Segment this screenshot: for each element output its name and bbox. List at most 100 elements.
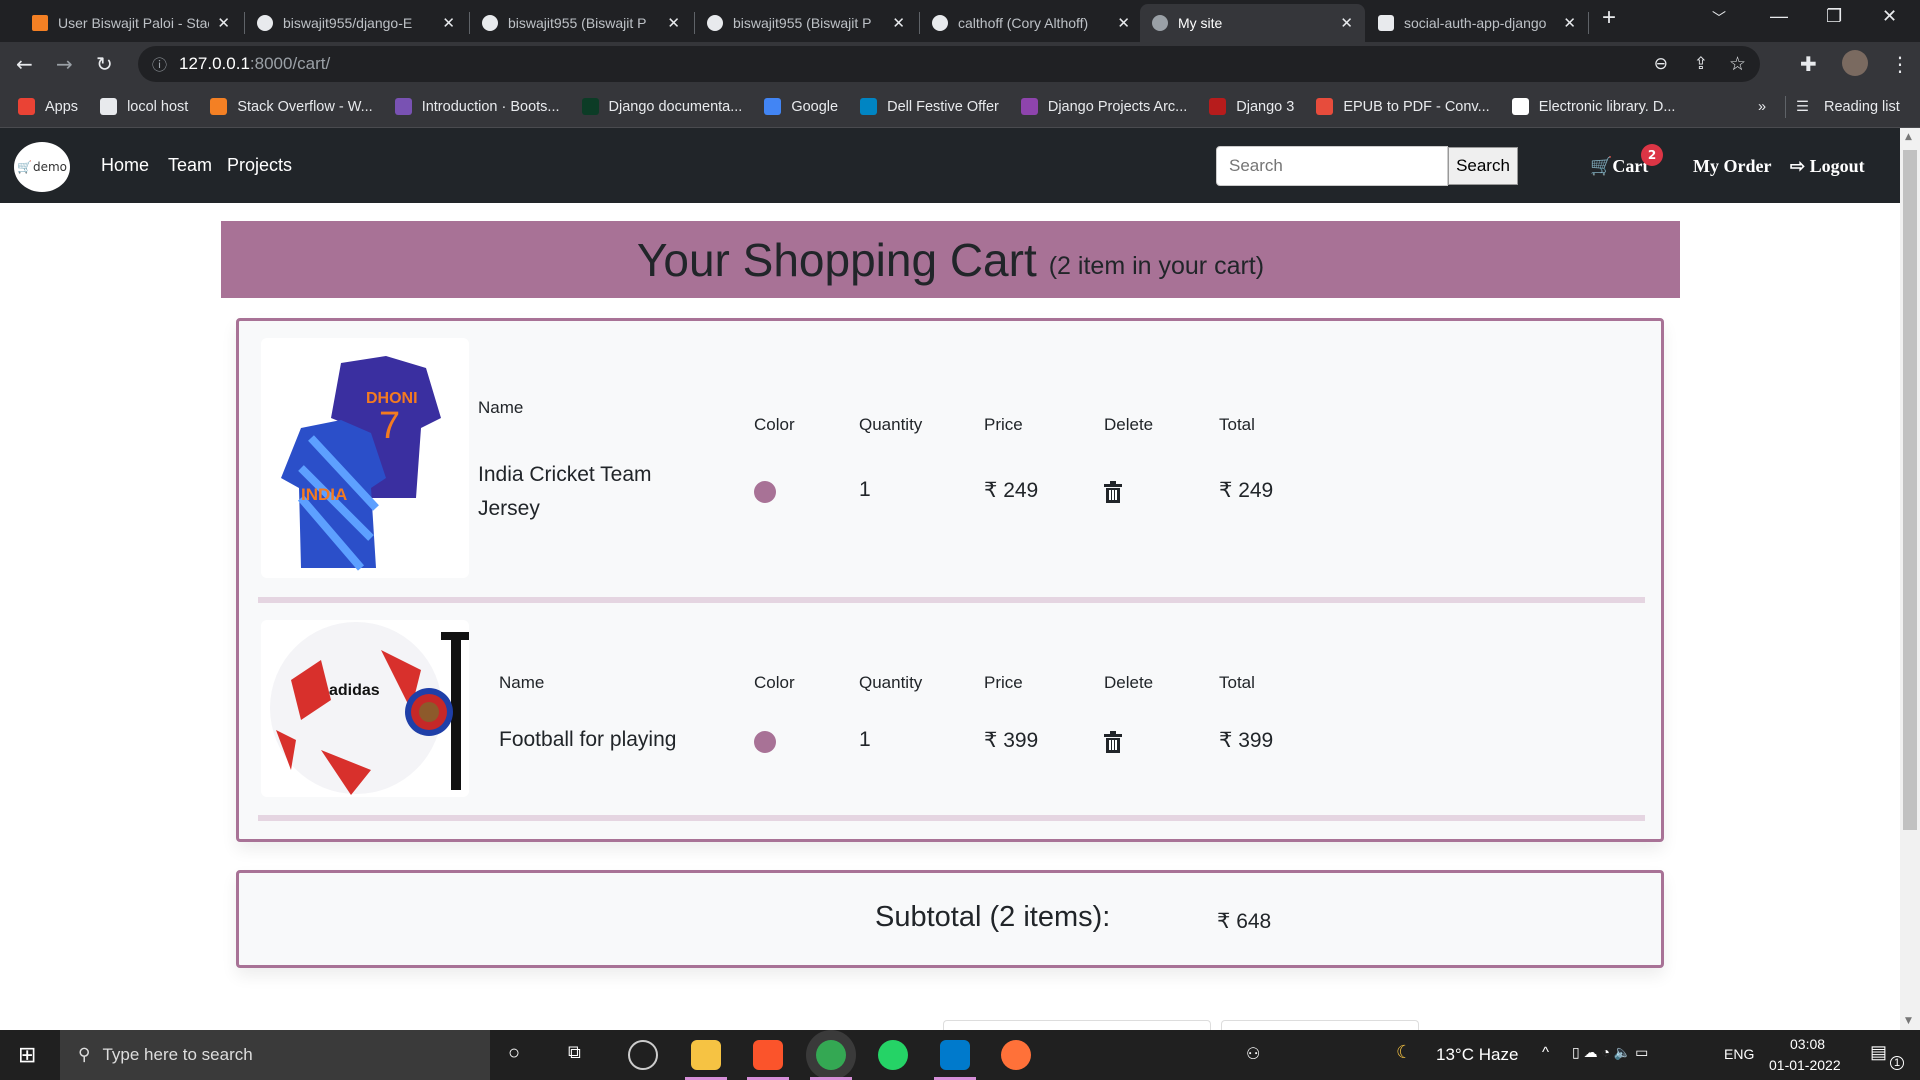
search-button[interactable]: Search [1448,147,1518,185]
bookmark-label: locol host [127,98,189,115]
clock-time[interactable]: 03:08 [1790,1036,1825,1052]
weather-icon: ☾ [1396,1042,1413,1062]
chrome-icon[interactable] [810,1040,852,1080]
product-name[interactable]: India Cricket Team Jersey [478,458,698,526]
my-order-link[interactable]: My Order [1693,156,1771,177]
bookmark-item[interactable]: Stack Overflow - W... [210,98,373,115]
tray-icons[interactable]: ▯ ☁ ◔ 🔈 ▭ [1572,1044,1648,1061]
bookmark-icon [210,98,228,115]
close-window-button[interactable]: ✕ [1882,6,1897,27]
bookmark-item[interactable]: Django documenta... [581,98,742,115]
github-icon [482,15,498,31]
people-icon[interactable]: ⚇ [1246,1044,1260,1064]
bookmark-item[interactable]: Google [764,98,838,115]
bookmark-item[interactable]: Dell Festive Offer [860,98,999,115]
vscode-icon[interactable] [934,1040,976,1080]
price-value: ₹ 399 [984,729,1039,752]
bookmark-star-icon[interactable]: ☆ [1729,53,1746,76]
more-bookmarks-button[interactable]: » [1758,99,1766,115]
nav-projects[interactable]: Projects [227,155,292,176]
bookmark-item[interactable]: Django 3 [1209,98,1294,115]
bookmark-item[interactable]: Django Projects Arc... [1020,98,1188,115]
task-view-icon[interactable]: ⧉ [568,1042,581,1063]
trash-icon[interactable] [1104,731,1122,753]
close-tab-icon[interactable]: ✕ [1340,14,1353,32]
product-image-football[interactable]: adidas [261,620,469,797]
bookmark-icon [764,98,782,115]
close-tab-icon[interactable]: ✕ [892,14,905,32]
search-input[interactable] [1216,146,1448,186]
bookmark-icon [100,98,118,115]
item-divider [258,815,1645,821]
info-icon[interactable]: ⓘ [152,54,167,75]
language-indicator[interactable]: ENG [1724,1046,1754,1062]
back-icon[interactable]: ← [16,52,33,76]
quantity-value: 1 [859,728,871,751]
reload-icon[interactable]: ↻ [96,52,113,76]
clock-date[interactable]: 01-01-2022 [1769,1057,1841,1073]
tab-search-chevron-icon[interactable]: ﹀ [1712,8,1726,28]
bookmark-label: Django 3 [1236,98,1295,115]
nav-home[interactable]: Home [101,155,149,176]
product-name[interactable]: Football for playing [499,728,676,752]
browser-tab-active[interactable]: My site ✕ [1140,4,1365,42]
profile-avatar[interactable] [1842,50,1868,76]
minimize-button[interactable]: — [1770,6,1788,27]
scrollbar-thumb[interactable] [1903,150,1917,830]
bookmark-label: Introduction · Boots... [421,98,560,115]
close-tab-icon[interactable]: ✕ [667,14,680,32]
bookmark-item[interactable]: Electronic library. D... [1511,98,1675,115]
scroll-up-icon[interactable]: ▲ [1905,132,1912,142]
browser-tab[interactable]: User Biswajit Paloi - Stack Overflow✕ [20,4,242,42]
forward-icon[interactable]: → [56,52,73,76]
brave-icon[interactable] [747,1040,789,1080]
scroll-down-icon[interactable]: ▼ [1905,1016,1912,1026]
reading-list-button[interactable]: Reading list [1824,99,1900,115]
weather-text[interactable]: 13°C Haze [1436,1045,1518,1065]
tray-chevron-icon[interactable]: ^ [1542,1044,1549,1061]
browser-tab[interactable]: biswajit955 (Biswajit P ✕ [470,4,692,42]
menu-icon[interactable]: ⋮ [1890,52,1910,76]
bookmark-item[interactable]: EPUB to PDF - Conv... [1316,98,1490,115]
bookmark-label: Google [791,98,839,115]
whatsapp-icon[interactable] [878,1040,908,1070]
globe-icon [1152,15,1168,31]
extensions-icon[interactable]: ✚ [1800,52,1817,76]
zoom-icon[interactable]: ⊖ [1654,54,1668,74]
site-logo[interactable]: 🛒 demo [14,142,70,192]
browser-tab[interactable]: biswajit955/django-E ✕ [245,4,467,42]
browser-tab[interactable]: biswajit955 (Biswajit P ✕ [695,4,917,42]
close-tab-icon[interactable]: ✕ [442,14,455,32]
cortana-icon[interactable]: ○ [508,1042,520,1065]
file-explorer-icon[interactable] [685,1040,727,1080]
taskbar-search[interactable]: ⚲ Type here to search [60,1030,490,1080]
close-tab-icon[interactable]: ✕ [1563,14,1576,32]
nav-team[interactable]: Team [168,155,212,176]
github-icon [932,15,948,31]
cart-link[interactable]: 🛒Cart [1590,156,1648,177]
bookmark-item[interactable]: locol host [100,98,188,115]
bookmark-item[interactable]: Apps [18,98,78,115]
new-tab-button[interactable]: + [1602,4,1616,32]
svg-text:7: 7 [379,405,400,447]
page-scrollbar[interactable]: ▲ ▼ [1900,128,1920,1030]
close-tab-icon[interactable]: ✕ [1117,14,1130,32]
bookmark-item[interactable]: Introduction · Boots... [394,98,560,115]
browser-tab[interactable]: social-auth-app-django ✕ [1366,4,1588,42]
address-bar[interactable]: ⓘ 127.0.0.1:8000/cart/ ⊖ ⇪ ☆ [138,46,1760,82]
close-tab-icon[interactable]: ✕ [217,14,230,32]
logout-link[interactable]: ⇨ Logout [1790,156,1865,177]
bookmark-label: Django Projects Arc... [1047,98,1188,115]
windows-start-icon[interactable]: ⊞ [18,1042,36,1068]
firefox-icon[interactable] [1001,1040,1031,1070]
bookmark-icon [581,98,599,115]
dell-icon[interactable] [628,1040,658,1070]
maximize-button[interactable]: ❐ [1826,6,1842,27]
notifications-icon[interactable]: ▤ [1870,1042,1887,1063]
cart-icon: 🛒 [1590,156,1613,176]
share-icon[interactable]: ⇪ [1694,54,1708,74]
product-image-jersey[interactable]: DHONI 7 INDIA [261,338,469,578]
trash-icon[interactable] [1104,481,1122,503]
reading-list-icon[interactable]: ☰ [1796,99,1809,115]
browser-tab[interactable]: calthoff (Cory Althoff) ✕ [920,4,1142,42]
